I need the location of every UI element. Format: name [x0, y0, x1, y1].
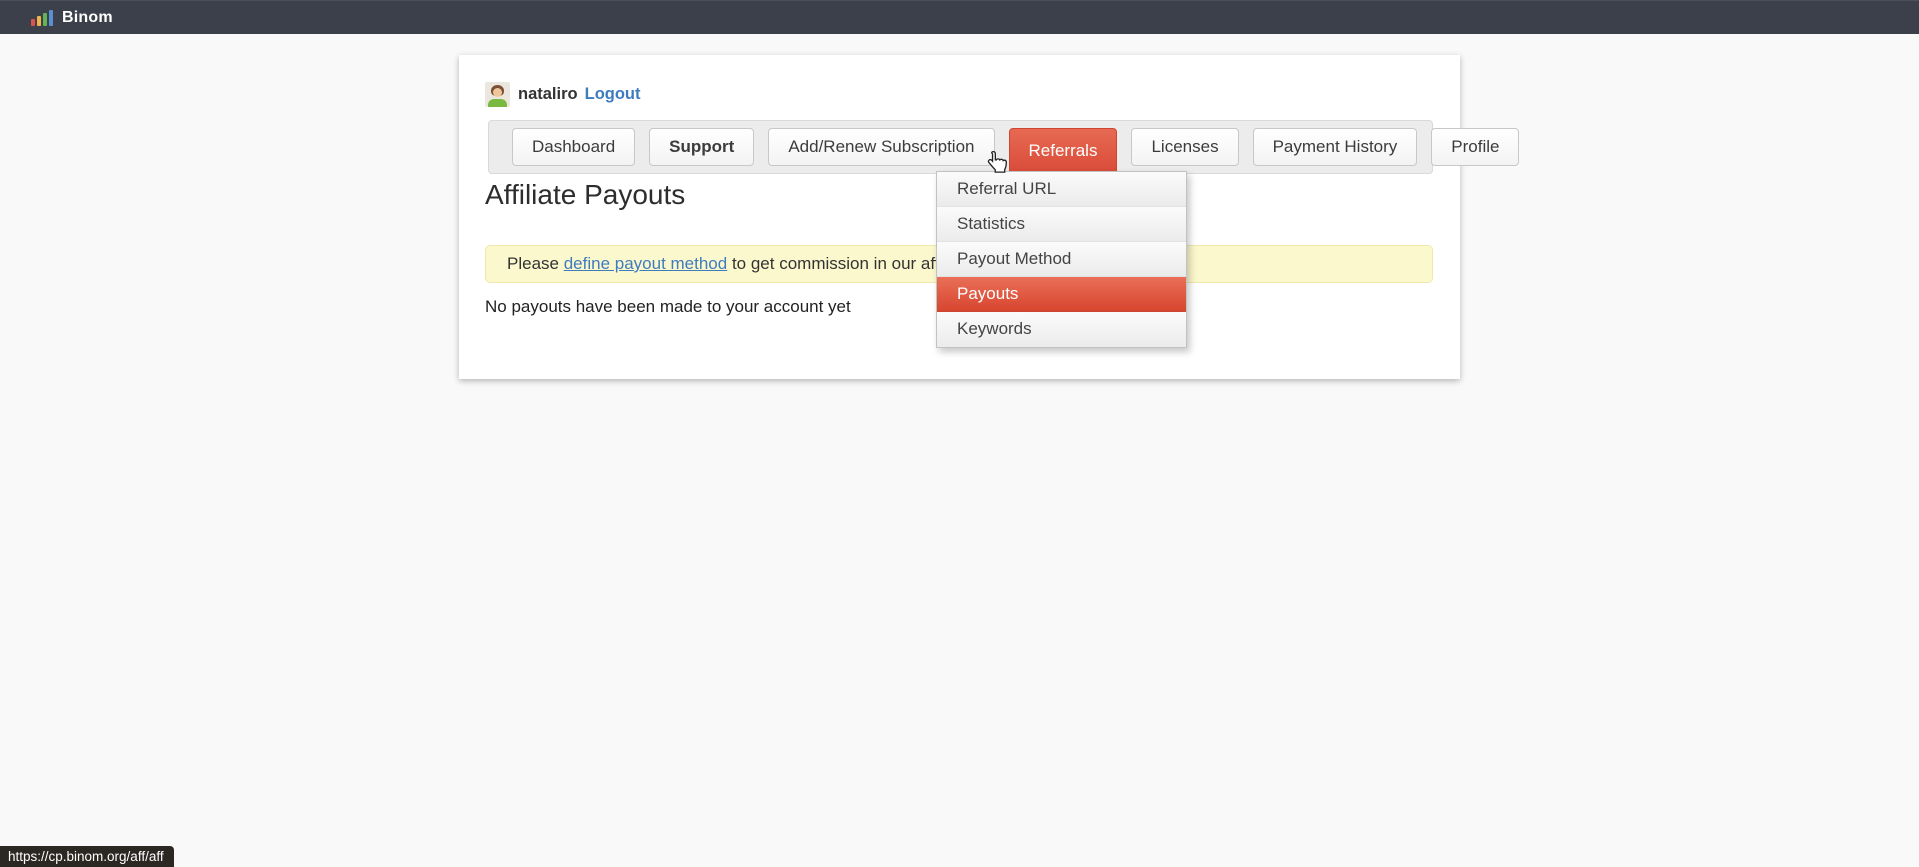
define-payout-method-link[interactable]: define payout method — [564, 254, 728, 274]
page-title: Affiliate Payouts — [485, 179, 685, 211]
notice-text-suffix: to get commission in our affilia — [727, 254, 960, 274]
dropdown-item-keywords[interactable]: Keywords — [937, 312, 1186, 347]
nav-add-renew-subscription[interactable]: Add/Renew Subscription — [768, 128, 994, 166]
dropdown-item-referral-url[interactable]: Referral URL — [937, 172, 1186, 207]
nav-profile[interactable]: Profile — [1431, 128, 1519, 166]
dropdown-item-statistics[interactable]: Statistics — [937, 207, 1186, 242]
nav-dashboard[interactable]: Dashboard — [512, 128, 635, 166]
dropdown-item-payouts[interactable]: Payouts — [937, 277, 1186, 312]
nav-payment-history[interactable]: Payment History — [1253, 128, 1418, 166]
notice-text-prefix: Please — [507, 254, 564, 274]
nav-support[interactable]: Support — [649, 128, 754, 166]
logout-link[interactable]: Logout — [585, 85, 641, 104]
user-row: nataliro Logout — [485, 81, 641, 107]
referrals-dropdown-menu: Referral URL Statistics Payout Method Pa… — [936, 171, 1187, 348]
empty-payouts-message: No payouts have been made to your accoun… — [485, 297, 851, 317]
username: nataliro — [518, 85, 578, 104]
user-avatar — [485, 82, 510, 107]
brand-name: Binom — [62, 9, 113, 27]
top-bar: Binom — [0, 0, 1919, 34]
status-url-tooltip: https://cp.binom.org/aff/aff — [0, 846, 174, 867]
nav-referrals[interactable]: Referrals — [1009, 128, 1118, 174]
dropdown-item-payout-method[interactable]: Payout Method — [937, 242, 1186, 277]
nav-licenses[interactable]: Licenses — [1131, 128, 1238, 166]
binom-logo-icon — [31, 9, 53, 26]
main-nav: Dashboard Support Add/Renew Subscription… — [488, 120, 1433, 174]
